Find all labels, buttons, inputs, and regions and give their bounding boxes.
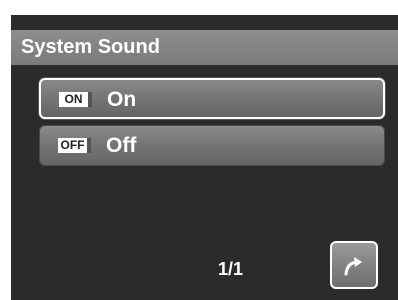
off-badge-icon: OFF [58,138,91,153]
page-indicator: 1/1 [218,259,244,279]
on-badge-icon: ON [59,92,92,107]
option-on[interactable]: ON On [39,78,385,119]
camera-menu-screen: System Sound ON On OFF Off 1/1 [11,15,398,300]
return-arrow-icon [344,257,362,276]
return-button[interactable] [330,241,378,289]
option-on-label: On [107,88,137,111]
option-off[interactable]: OFF Off [39,125,385,166]
menu-title: System Sound [11,30,398,65]
option-off-label: Off [106,134,137,157]
